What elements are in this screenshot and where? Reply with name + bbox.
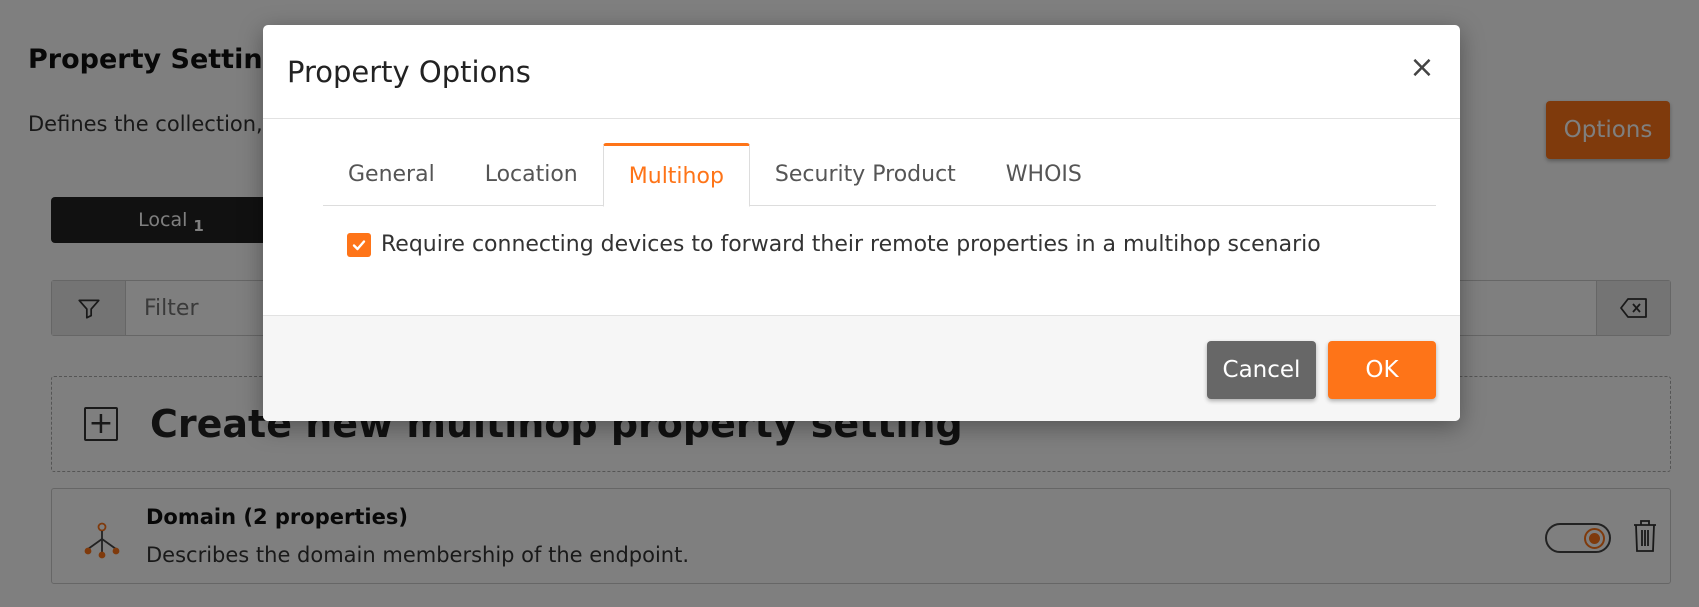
cancel-button[interactable]: Cancel: [1207, 341, 1316, 399]
tab-location[interactable]: Location: [460, 143, 603, 206]
dialog-title: Property Options: [287, 55, 531, 89]
close-icon[interactable]: ×: [1406, 50, 1438, 85]
tab-security-product[interactable]: Security Product: [750, 143, 981, 206]
checkmark-icon: [352, 239, 366, 250]
tab-general[interactable]: General: [323, 143, 460, 206]
multihop-forward-label[interactable]: Require connecting devices to forward th…: [381, 232, 1321, 257]
tab-whois[interactable]: WHOIS: [981, 143, 1107, 206]
ok-button[interactable]: OK: [1328, 341, 1436, 399]
dialog-body: General Location Multihop Security Produ…: [263, 119, 1460, 315]
tab-multihop[interactable]: Multihop: [602, 143, 750, 207]
tab-bar: General Location Multihop Security Produ…: [323, 143, 1436, 207]
dialog-header: Property Options ×: [263, 25, 1460, 119]
multihop-option: Require connecting devices to forward th…: [347, 232, 1321, 257]
dialog-footer: Cancel OK: [263, 315, 1460, 421]
property-options-dialog: Property Options × General Location Mult…: [263, 25, 1460, 421]
multihop-forward-checkbox[interactable]: [347, 232, 371, 257]
